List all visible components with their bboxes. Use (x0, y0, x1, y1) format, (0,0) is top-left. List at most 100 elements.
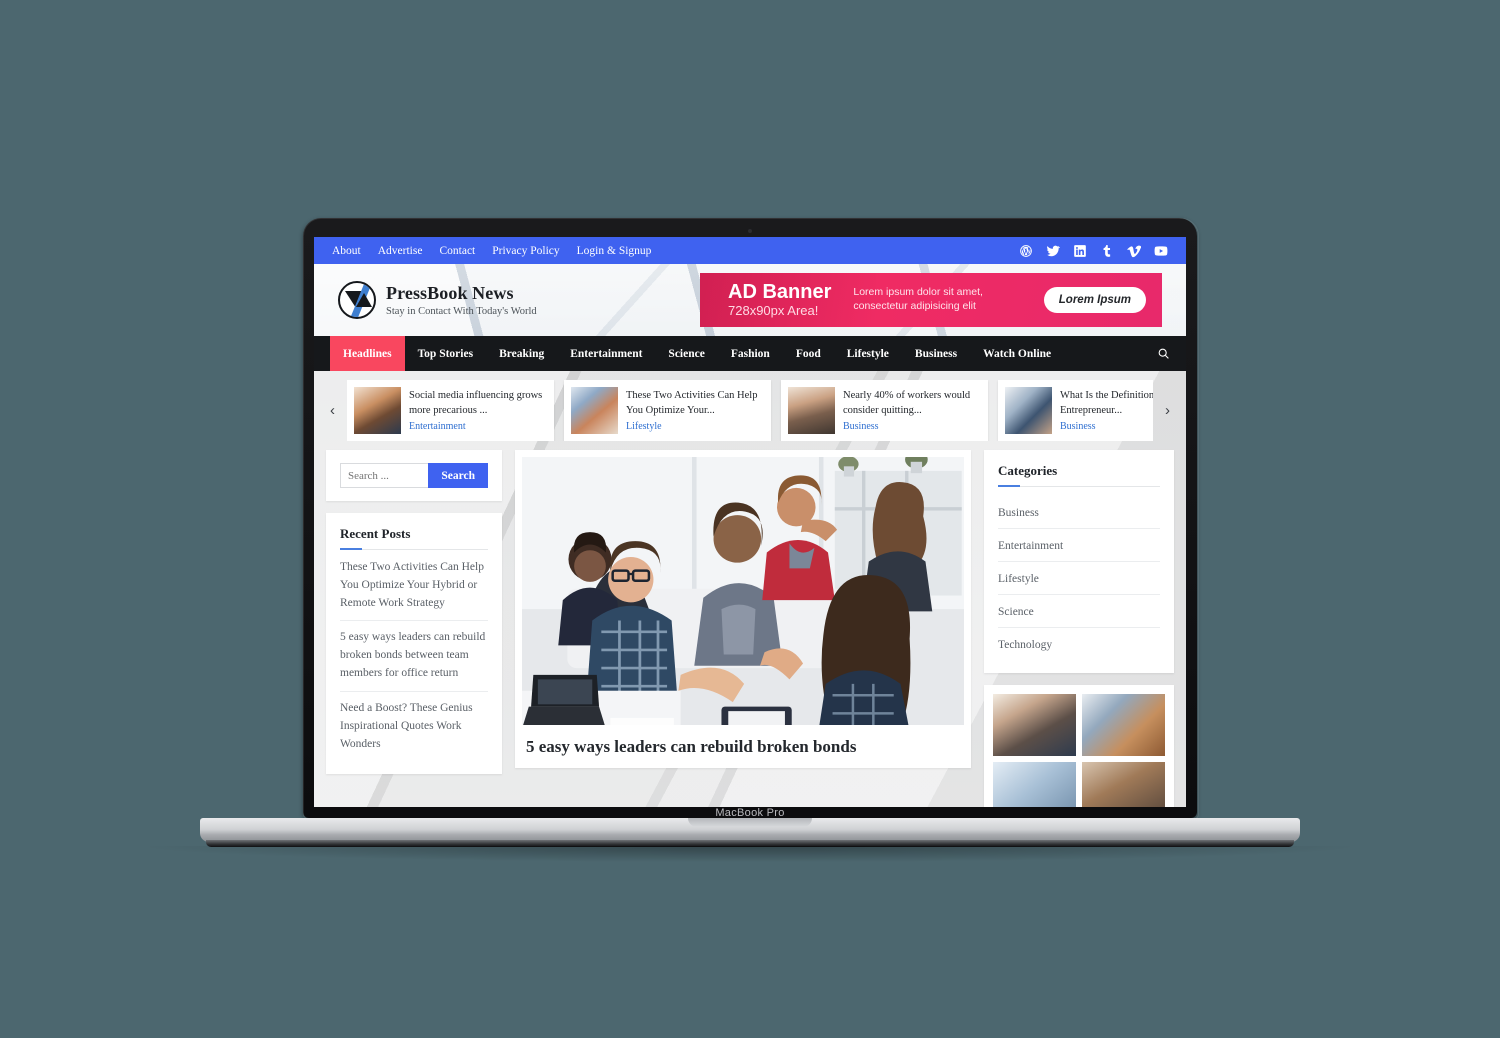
tumblr-icon[interactable] (1100, 244, 1114, 258)
list-item[interactable]: Technology (998, 628, 1160, 660)
nav-search-toggle[interactable] (1147, 336, 1170, 371)
macbook-mockup: About Advertise Contact Privacy Policy L… (0, 0, 1500, 1038)
left-sidebar: Search Recent Posts These Two Activities… (326, 450, 502, 786)
list-item[interactable]: Science (998, 595, 1160, 628)
list-item[interactable]: 5 easy ways leaders can rebuild broken b… (340, 621, 488, 692)
category-link-entertainment[interactable]: Entertainment (998, 540, 1063, 552)
wordpress-icon[interactable] (1019, 244, 1033, 258)
featured-article[interactable]: 5 easy ways leaders can rebuild broken b… (515, 450, 971, 769)
nav-item-headlines[interactable]: Headlines (330, 336, 405, 371)
list-item[interactable]: Business (998, 496, 1160, 529)
nav-link-science[interactable]: Science (655, 336, 717, 371)
ad-banner-copy: Lorem ipsum dolor sit amet, consectetur … (853, 286, 983, 312)
linkedin-icon[interactable] (1073, 244, 1087, 258)
carousel-card[interactable]: What Is the Definition of an Entrepreneu… (998, 380, 1153, 441)
vimeo-icon[interactable] (1127, 244, 1141, 258)
top-stories-carousel: ‹ Social media influencing grows more pr… (314, 371, 1186, 450)
search-submit-button[interactable]: Search (428, 463, 488, 488)
story-title: These Two Activities Can Help You Optimi… (626, 390, 758, 416)
list-item[interactable]: These Two Activities Can Help You Optimi… (340, 559, 488, 622)
topbar-link-advertise[interactable]: Advertise (378, 245, 423, 257)
primary-navigation: Headlines Top Stories Breaking Entertain… (314, 336, 1186, 371)
nav-link-watch-online[interactable]: Watch Online (970, 336, 1064, 371)
gallery-image[interactable] (993, 694, 1076, 756)
nav-link-business[interactable]: Business (902, 336, 970, 371)
carousel-card[interactable]: Social media influencing grows more prec… (347, 380, 554, 441)
nav-item-watch-online[interactable]: Watch Online (970, 336, 1064, 371)
widget-divider (340, 548, 488, 550)
carousel-next-button[interactable]: › (1161, 402, 1174, 419)
story-category: Business (843, 420, 879, 432)
ad-banner-subtitle: 728x90px Area! (728, 302, 819, 318)
webcam-dot (748, 229, 752, 233)
article-title: 5 easy ways leaders can rebuild broken b… (526, 737, 857, 756)
list-item[interactable]: Entertainment (998, 529, 1160, 562)
nav-link-fashion[interactable]: Fashion (718, 336, 783, 371)
nav-link-top-stories[interactable]: Top Stories (405, 336, 487, 371)
youtube-icon[interactable] (1154, 244, 1168, 258)
website-viewport: About Advertise Contact Privacy Policy L… (314, 237, 1186, 807)
nav-item-business[interactable]: Business (902, 336, 970, 371)
content-area: Search Recent Posts These Two Activities… (314, 450, 1186, 807)
office-meeting-photo (522, 457, 964, 725)
widget-title: Recent Posts (340, 526, 411, 541)
gallery-image[interactable] (1082, 694, 1165, 756)
recent-post-link[interactable]: These Two Activities Can Help You Optimi… (340, 559, 488, 612)
category-link-business[interactable]: Business (998, 507, 1039, 519)
site-tagline: Stay in Contact With Today's World (386, 305, 537, 317)
carousel-card[interactable]: These Two Activities Can Help You Optimi… (564, 380, 771, 441)
search-icon (1158, 348, 1169, 359)
gallery-image[interactable] (1082, 762, 1165, 807)
twitter-icon[interactable] (1046, 244, 1060, 258)
topbar-links: About Advertise Contact Privacy Policy L… (332, 245, 651, 257)
recent-post-link[interactable]: Need a Boost? These Genius Inspirational… (340, 700, 488, 753)
main-column: 5 easy ways leaders can rebuild broken b… (515, 450, 971, 769)
category-link-technology[interactable]: Technology (998, 639, 1052, 651)
nav-item-food[interactable]: Food (783, 336, 834, 371)
widget-divider (998, 485, 1160, 487)
story-category: Entertainment (409, 420, 466, 432)
story-category: Lifestyle (626, 420, 662, 432)
story-thumbnail (1005, 387, 1052, 434)
search-widget: Search (326, 450, 502, 501)
story-category: Business (1060, 420, 1096, 432)
laptop-screen: About Advertise Contact Privacy Policy L… (314, 237, 1186, 807)
list-item[interactable]: Lifestyle (998, 562, 1160, 595)
topbar-link-about[interactable]: About (332, 245, 361, 257)
recent-post-link[interactable]: 5 easy ways leaders can rebuild broken b… (340, 629, 488, 682)
laptop-shadow (150, 846, 1350, 862)
nav-link-food[interactable]: Food (783, 336, 834, 371)
gallery-image[interactable] (993, 762, 1076, 807)
list-item[interactable]: Need a Boost? These Genius Inspirational… (340, 692, 488, 761)
topbar-link-contact[interactable]: Contact (439, 245, 475, 257)
carousel-card[interactable]: Nearly 40% of workers would consider qui… (781, 380, 988, 441)
recent-posts-widget: Recent Posts These Two Activities Can He… (326, 513, 502, 775)
nav-item-breaking[interactable]: Breaking (486, 336, 557, 371)
topbar-link-privacy-policy[interactable]: Privacy Policy (492, 245, 559, 257)
story-thumbnail (571, 387, 618, 434)
nav-item-lifestyle[interactable]: Lifestyle (834, 336, 902, 371)
nav-item-fashion[interactable]: Fashion (718, 336, 783, 371)
nav-item-top-stories[interactable]: Top Stories (405, 336, 487, 371)
ad-banner-cta-button[interactable]: Lorem Ipsum (1043, 287, 1146, 313)
search-input[interactable] (340, 463, 429, 488)
nav-link-breaking[interactable]: Breaking (486, 336, 557, 371)
laptop-lid: About Advertise Contact Privacy Policy L… (303, 218, 1199, 820)
ad-banner[interactable]: AD Banner 728x90px Area! Lorem ipsum dol… (700, 273, 1162, 327)
nav-item-science[interactable]: Science (655, 336, 717, 371)
nav-link-headlines[interactable]: Headlines (330, 336, 405, 371)
nav-link-entertainment[interactable]: Entertainment (557, 336, 655, 371)
carousel-prev-button[interactable]: ‹ (326, 402, 339, 419)
site-branding[interactable]: PressBook News Stay in Contact With Toda… (338, 281, 537, 319)
story-thumbnail (354, 387, 401, 434)
category-link-science[interactable]: Science (998, 606, 1034, 618)
story-title: What Is the Definition of an Entrepreneu… (1060, 390, 1153, 416)
nav-link-lifestyle[interactable]: Lifestyle (834, 336, 902, 371)
category-link-lifestyle[interactable]: Lifestyle (998, 573, 1039, 585)
widget-title: Categories (998, 463, 1058, 478)
pressbook-logo-icon (338, 281, 376, 319)
topbar-link-login-signup[interactable]: Login & Signup (577, 245, 652, 257)
carousel-track: Social media influencing grows more prec… (347, 380, 1153, 441)
hero-illustration (522, 457, 964, 725)
nav-item-entertainment[interactable]: Entertainment (557, 336, 655, 371)
